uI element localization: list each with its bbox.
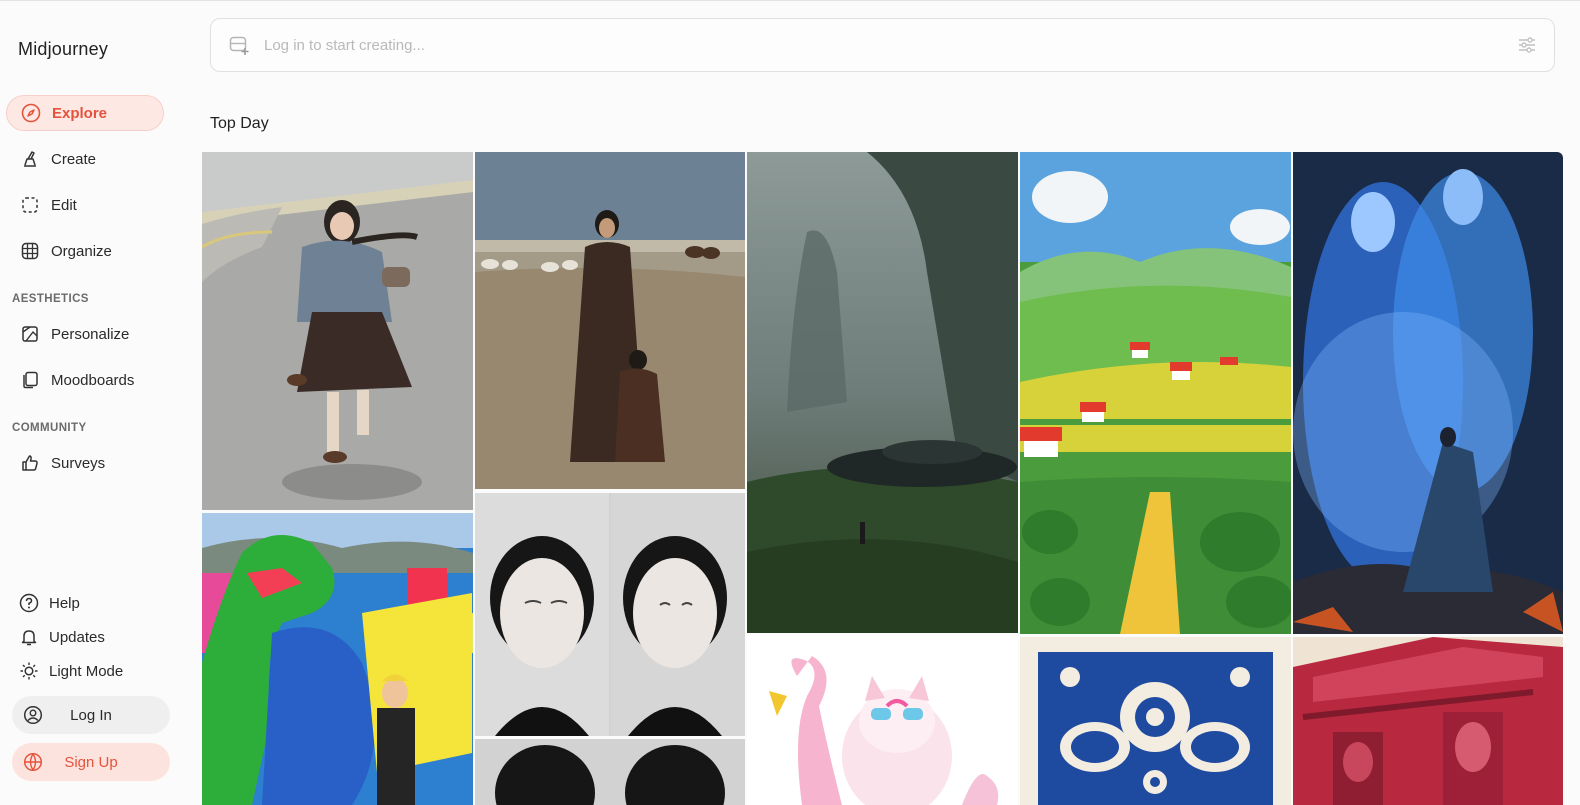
nav-create[interactable]: Create xyxy=(6,141,164,177)
nav-organize[interactable]: Organize xyxy=(6,233,164,269)
help-icon xyxy=(18,592,40,614)
nav-edit[interactable]: Edit xyxy=(6,187,164,223)
nav-surveys[interactable]: Surveys xyxy=(6,445,164,481)
light-mode-toggle[interactable]: Light Mode xyxy=(18,658,123,684)
nav-edit-label: Edit xyxy=(51,196,77,214)
edit-frame-icon xyxy=(19,194,41,216)
signup-label: Sign Up xyxy=(64,753,118,771)
gallery-image-folk-birds[interactable] xyxy=(1020,637,1291,805)
gallery-image-red-ornate[interactable] xyxy=(1293,637,1563,805)
gallery-image-misty-cliffs[interactable] xyxy=(747,152,1018,633)
updates-label: Updates xyxy=(49,628,105,646)
nav-create-label: Create xyxy=(51,150,97,168)
nav-personalize-label: Personalize xyxy=(51,325,130,343)
personalize-icon xyxy=(19,323,41,345)
aesthetics-section-label: AESTHETICS xyxy=(12,293,89,305)
compass-icon xyxy=(20,102,42,124)
moodboard-icon xyxy=(19,369,41,391)
globe-icon xyxy=(22,751,44,773)
settings-sliders-icon[interactable] xyxy=(1516,34,1538,56)
nav-moodboards[interactable]: Moodboards xyxy=(6,362,164,398)
gallery-image-green-monster[interactable] xyxy=(202,513,473,805)
prompt-input[interactable] xyxy=(262,35,1516,55)
gallery-image-blue-ethereal[interactable] xyxy=(1293,152,1563,634)
prompt-bar[interactable] xyxy=(210,18,1555,72)
bell-icon xyxy=(18,626,40,648)
community-section-label: COMMUNITY xyxy=(12,422,87,434)
feed-title: Top Day xyxy=(210,115,269,132)
sun-icon xyxy=(18,660,40,682)
login-button[interactable]: Log In xyxy=(12,696,170,734)
light-mode-label: Light Mode xyxy=(49,662,124,680)
brush-icon xyxy=(19,148,41,170)
image-add-icon[interactable] xyxy=(228,34,250,56)
nav-moodboards-label: Moodboards xyxy=(51,371,135,389)
gallery-image-bw-faces[interactable] xyxy=(475,493,745,805)
grid-icon xyxy=(19,240,41,262)
nav-organize-label: Organize xyxy=(51,242,112,260)
updates-link[interactable]: Updates xyxy=(18,624,105,650)
help-link[interactable]: Help xyxy=(18,590,80,616)
nav-explore[interactable]: Explore xyxy=(6,95,164,131)
gallery-image-painted-village[interactable] xyxy=(1020,152,1291,634)
brand-logo[interactable]: Midjourney xyxy=(18,39,108,60)
nav-explore-label: Explore xyxy=(52,104,108,122)
user-circle-icon xyxy=(22,704,44,726)
sidebar: Midjourney Explore Create Edit Organize … xyxy=(0,1,190,805)
gallery-image-girl-running[interactable] xyxy=(202,152,473,510)
nav-personalize[interactable]: Personalize xyxy=(6,316,164,352)
nav-surveys-label: Surveys xyxy=(51,454,106,472)
login-label: Log In xyxy=(70,706,112,724)
help-label: Help xyxy=(49,594,80,612)
gallery-image-flamingo-cat[interactable] xyxy=(747,636,1018,805)
gallery-image-woman-child-field[interactable] xyxy=(475,152,745,489)
thumbs-up-icon xyxy=(19,452,41,474)
signup-button[interactable]: Sign Up xyxy=(12,743,170,781)
